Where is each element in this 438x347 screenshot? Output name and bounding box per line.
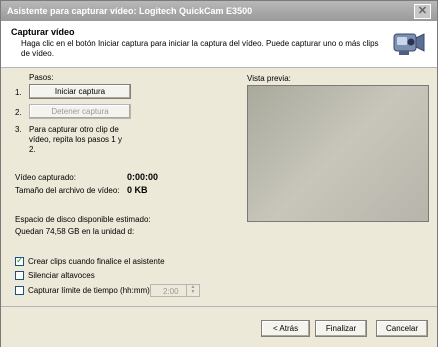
file-size-label: Tamaño del archivo de vídeo: — [15, 186, 120, 195]
time-limit-value: 2:00 — [163, 287, 179, 296]
page-description: Haga clic en el botón Iniciar captura pa… — [21, 39, 379, 58]
step-3-number: 3. — [15, 125, 22, 134]
step-3-text: Para capturar otro clip de vídeo, repita… — [29, 125, 122, 154]
step-2-number: 2. — [15, 108, 22, 117]
time-limit-checkbox[interactable] — [15, 286, 24, 295]
mute-speakers-label: Silenciar altavoces — [28, 271, 95, 280]
wizard-header: Capturar vídeo Haga clic en el botón Ini… — [1, 21, 437, 68]
wizard-footer: < Atrás Finalizar Cancelar — [1, 306, 437, 347]
title-bar[interactable]: Asistente para capturar vídeo: Logitech … — [1, 1, 437, 21]
back-button[interactable]: < Atrás — [261, 320, 310, 337]
finish-button[interactable]: Finalizar — [315, 320, 367, 337]
captured-label: Vídeo capturado: — [15, 173, 76, 182]
wizard-window: Asistente para capturar vídeo: Logitech … — [0, 0, 438, 347]
start-capture-button[interactable]: Iniciar captura — [29, 84, 131, 99]
steps-label: Pasos: — [29, 73, 54, 82]
create-clips-checkbox[interactable] — [15, 255, 24, 266]
video-camera-icon — [393, 33, 425, 55]
close-button[interactable]: ✕ — [414, 4, 431, 19]
stop-capture-button[interactable]: Detener captura — [29, 104, 131, 119]
disk-space-value: Quedan 74,58 GB en la unidad d: — [15, 227, 135, 236]
window-title: Asistente para capturar vídeo: Logitech … — [7, 6, 253, 16]
mute-speakers-checkbox[interactable] — [15, 271, 24, 280]
preview-label: Vista previa: — [247, 74, 291, 83]
page-title: Capturar vídeo — [11, 27, 75, 37]
captured-value: 0:00:00 — [127, 172, 159, 182]
file-size-value: 0 KB — [127, 185, 148, 195]
step-1-number: 1. — [15, 88, 22, 97]
content-area: Pasos: 1. Iniciar captura 2. Detener cap… — [1, 68, 437, 306]
video-preview — [247, 85, 429, 222]
time-limit-label: Capturar límite de tiempo (hh:mm): — [28, 286, 153, 295]
create-clips-label: Crear clips cuando finalice el asistente — [28, 257, 165, 266]
disk-space-label: Espacio de disco disponible estimado: — [15, 215, 151, 224]
stepper-arrows-icon[interactable]: ▲ ▼ — [186, 285, 199, 296]
time-limit-stepper[interactable]: 2:00 ▲ ▼ — [150, 284, 200, 297]
cancel-button[interactable]: Cancelar — [376, 320, 428, 337]
